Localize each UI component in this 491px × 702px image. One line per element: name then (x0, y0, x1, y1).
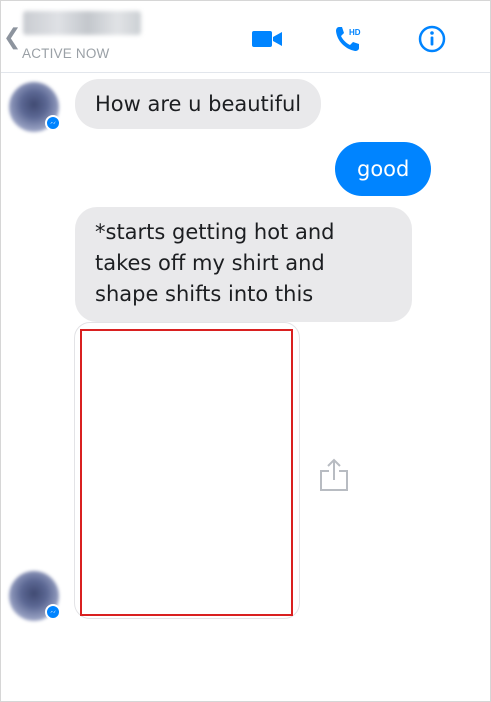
chat-header: ❮ ACTIVE NOW HD (1, 1, 490, 73)
messenger-badge-icon (45, 604, 61, 620)
chevron-left-icon[interactable]: ❮ (3, 27, 21, 49)
outgoing-message[interactable]: good (335, 142, 432, 196)
svg-text:HD: HD (349, 28, 361, 37)
incoming-message[interactable]: *starts getting hot and takes off my shi… (75, 207, 412, 322)
active-status: ACTIVE NOW (22, 46, 110, 61)
info-icon[interactable] (415, 23, 449, 55)
hd-phone-icon[interactable]: HD (333, 23, 367, 55)
share-icon[interactable] (317, 456, 351, 494)
messenger-badge-icon (45, 115, 61, 131)
redacted-image (80, 329, 293, 616)
video-camera-icon[interactable] (250, 23, 284, 55)
contact-name-blurred[interactable] (23, 11, 141, 35)
conversation-screen: ❮ ACTIVE NOW HD How are u beautiful good… (0, 0, 491, 702)
incoming-message[interactable]: How are u beautiful (75, 79, 322, 129)
